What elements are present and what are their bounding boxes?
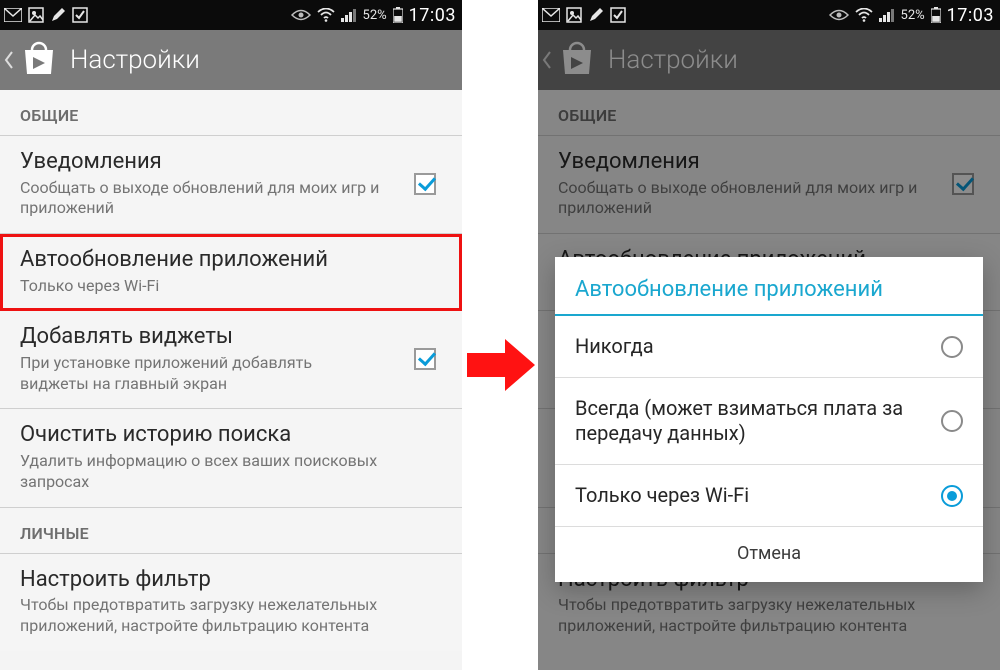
section-general: ОБЩИЕ — [0, 90, 462, 136]
battery-icon — [931, 5, 941, 25]
row-sub: Чтобы предотвратить загрузку нежелательн… — [20, 595, 380, 637]
battery-pct: 52% — [901, 5, 925, 25]
clock: 17:03 — [409, 5, 456, 26]
signal-icon — [341, 5, 357, 25]
radio-icon — [941, 485, 963, 507]
row-title: Автообновление приложений — [20, 246, 442, 274]
check-icon — [610, 5, 626, 25]
clock: 17:03 — [947, 5, 994, 26]
option-wifi[interactable]: Только через Wi-Fi — [555, 465, 983, 527]
photo-icon — [28, 5, 44, 25]
row-auto-update[interactable]: Автообновление приложений Только через W… — [0, 234, 462, 311]
option-never[interactable]: Никогда — [555, 316, 983, 378]
row-sub: Только через Wi-Fi — [20, 276, 380, 297]
eye-icon — [291, 5, 311, 25]
actionbar-home[interactable]: Настройки — [0, 30, 200, 90]
status-left-icons — [4, 5, 88, 25]
row-clear-search[interactable]: Очистить историю поиска Удалить информац… — [0, 409, 462, 507]
settings-list: ОБЩИЕ Уведомления Сообщать о выходе обно… — [0, 90, 462, 651]
email-icon — [542, 5, 560, 25]
option-always[interactable]: Всегда (может взиматься плата за передач… — [555, 378, 983, 465]
radio-icon — [941, 410, 963, 432]
battery-pct: 52% — [363, 5, 387, 25]
auto-update-dialog: Автообновление приложений Никогда Всегда… — [555, 257, 983, 582]
option-label: Всегда (может взиматься плата за передач… — [575, 396, 941, 446]
photo-icon — [566, 5, 582, 25]
row-notifications[interactable]: Уведомления Сообщать о выходе обновлений… — [0, 136, 462, 234]
row-title: Настроить фильтр — [20, 566, 442, 594]
section-personal: ЛИЧНЫЕ — [0, 508, 462, 554]
battery-icon — [393, 5, 403, 25]
pencil-icon — [588, 5, 604, 25]
phone-right: 52% 17:03 Настройки ОБЩИЕ Уведомления Со… — [538, 0, 1000, 670]
check-icon — [72, 5, 88, 25]
row-title: Очистить историю поиска — [20, 421, 442, 449]
radio-icon — [941, 336, 963, 358]
option-label: Только через Wi-Fi — [575, 483, 941, 508]
row-title: Добавлять виджеты — [20, 323, 408, 351]
cancel-button[interactable]: Отмена — [555, 527, 983, 582]
row-add-widgets[interactable]: Добавлять виджеты При установке приложен… — [0, 311, 462, 409]
status-right-icons: 52% — [291, 5, 403, 25]
email-icon — [4, 5, 22, 25]
phone-left: 52% 17:03 Настройки ОБЩИЕ Уведомления Со… — [0, 0, 462, 670]
row-sub: При установке приложений добавлять видже… — [20, 353, 380, 395]
play-store-bag-icon — [22, 40, 56, 80]
eye-icon — [829, 5, 849, 25]
action-bar: Настройки — [0, 30, 462, 90]
page-title: Настройки — [70, 45, 200, 75]
row-filter[interactable]: Настроить фильтр Чтобы предотвратить заг… — [0, 554, 462, 651]
checkbox-icon[interactable] — [414, 348, 436, 370]
pencil-icon — [50, 5, 66, 25]
row-sub: Сообщать о выходе обновлений для моих иг… — [20, 178, 380, 220]
back-caret-icon — [2, 50, 16, 70]
option-label: Никогда — [575, 334, 941, 359]
checkbox-icon[interactable] — [414, 173, 436, 195]
row-title: Уведомления — [20, 148, 408, 176]
status-bar: 52% 17:03 — [538, 0, 1000, 30]
signal-icon — [879, 5, 895, 25]
status-bar: 52% 17:03 — [0, 0, 462, 30]
wifi-icon — [855, 5, 873, 25]
dialog-title: Автообновление приложений — [555, 257, 983, 316]
arrow-icon — [465, 335, 537, 395]
wifi-icon — [317, 5, 335, 25]
row-sub: Удалить информацию о всех ваших поисковы… — [20, 451, 380, 493]
